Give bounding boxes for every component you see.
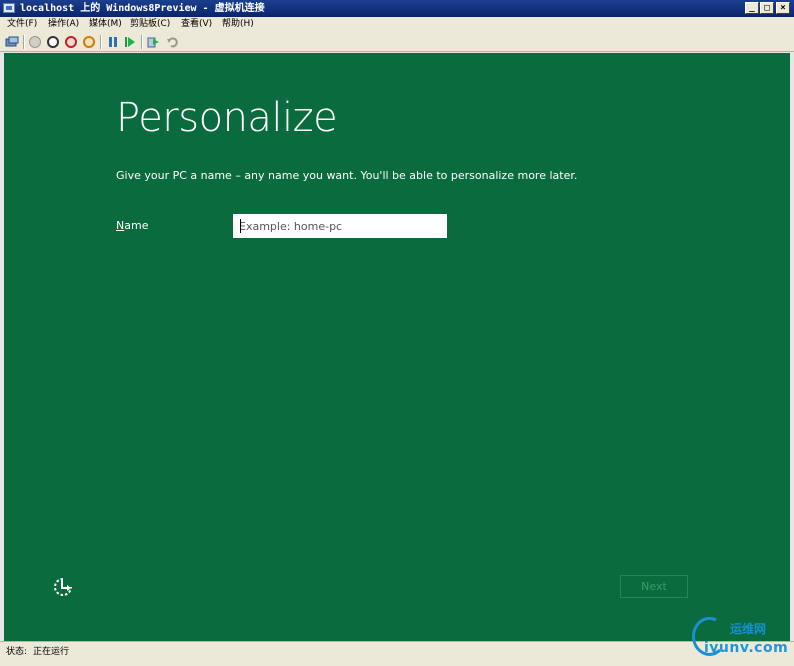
status-label: 状态: [6,647,28,657]
menu-clipboard[interactable]: 剪贴板(C) [130,17,170,32]
menu-media[interactable]: 媒体(M) [89,17,122,32]
status-bar: 状态: 正在运行 [0,641,794,666]
title-bar[interactable]: localhost 上的 Windows8Preview - 虚拟机连接 _ □… [0,0,794,17]
text-caret [240,219,241,233]
minimize-button[interactable]: _ [745,2,759,14]
menu-file[interactable]: 文件(F) [7,17,37,32]
watermark-top-text: 运维网 [730,622,767,636]
ctrl-alt-del-icon[interactable] [5,36,19,49]
watermark-bottom-text: iyunv.com [704,640,789,656]
page-title: Personalize [116,95,338,141]
status-value: 正在运行 [33,647,70,657]
menu-help[interactable]: 帮助(H) [222,17,254,32]
name-label-access-key: N [116,219,125,232]
name-label: Name [116,219,148,232]
vm-connection-app-icon[interactable] [3,3,15,13]
close-button[interactable]: × [776,2,790,14]
toolbar-separator [23,35,25,49]
revert-icon[interactable] [166,36,178,48]
pc-name-input[interactable] [233,214,447,238]
start-icon[interactable] [29,36,41,48]
shutdown-icon[interactable] [65,36,77,48]
menu-bar: 文件(F) 操作(A) 媒体(M) 剪贴板(C) 查看(V) 帮助(H) [0,17,794,32]
ease-of-access-icon[interactable] [52,576,74,598]
toolbar-separator [141,35,143,49]
site-watermark: 运维网 iyunv.com [690,612,790,664]
next-button[interactable]: Next [620,575,688,598]
turn-off-icon[interactable] [47,36,59,48]
toolbar-separator [100,35,102,49]
reset-icon[interactable] [124,36,136,48]
vm-display[interactable]: Personalize Give your PC a name – any na… [4,53,790,641]
toolbar [0,32,794,52]
snapshot-icon[interactable] [147,36,161,48]
page-subtitle: Give your PC a name – any name you want.… [116,169,578,182]
save-icon[interactable] [83,36,95,48]
menu-action[interactable]: 操作(A) [48,17,79,32]
window-title: localhost 上的 Windows8Preview - 虚拟机连接 [20,3,265,14]
name-label-text: ame [124,219,149,232]
menu-view[interactable]: 查看(V) [181,17,212,32]
pause-icon[interactable] [107,36,119,48]
maximize-button[interactable]: □ [760,2,774,14]
